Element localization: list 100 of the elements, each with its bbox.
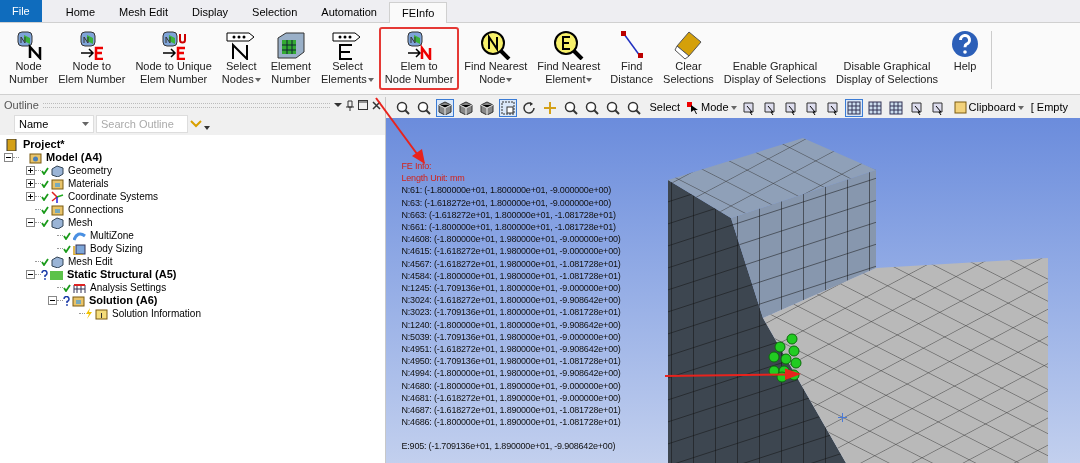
caret-icon bbox=[1017, 105, 1024, 110]
cube-button[interactable] bbox=[435, 98, 454, 117]
caret-icon bbox=[82, 122, 89, 126]
graphics-viewport[interactable] bbox=[385, 118, 1080, 463]
node-coordinate: N:61: (-1.800000e+01, 1.800000e+01, -9.000000e+00) bbox=[401, 184, 612, 197]
axes-icon bbox=[51, 190, 64, 203]
grid-button[interactable] bbox=[844, 98, 863, 117]
close-icon[interactable] bbox=[371, 100, 381, 110]
book-icon bbox=[6, 138, 19, 151]
ribbon-button[interactable]: Node Number bbox=[4, 27, 54, 90]
ribbon-button[interactable]: Select Elements bbox=[316, 27, 379, 90]
folder-icon bbox=[72, 294, 85, 307]
caret-icon bbox=[506, 78, 513, 83]
tree-item[interactable]: Mesh bbox=[66, 215, 95, 230]
maximize-icon[interactable] bbox=[357, 100, 368, 110]
clipboard-dropdown[interactable]: Clipboard bbox=[953, 99, 1024, 116]
tree-item[interactable]: Body Sizing bbox=[88, 241, 145, 256]
box-select-button[interactable] bbox=[498, 98, 517, 117]
panel-title: Outline bbox=[4, 97, 39, 113]
tree-item[interactable]: Materials bbox=[66, 176, 111, 191]
ribbon-button[interactable]: Disable Graphical Display of Selections bbox=[830, 27, 944, 90]
magnifier-icon bbox=[551, 30, 586, 60]
ribbon-tab[interactable]: Home bbox=[53, 2, 108, 22]
node-coordinate: N:4615: (-1.618272e+01, 1.980000e+01, -9.000000e+00) bbox=[401, 245, 621, 258]
ribbon-tab[interactable]: File bbox=[0, 0, 42, 22]
tree-item[interactable]: Coordinate Systems bbox=[66, 189, 161, 204]
tree-item[interactable]: Analysis Settings bbox=[88, 280, 169, 295]
ribbon-button[interactable]: Find Nearest Node bbox=[459, 27, 533, 90]
ribbon-button[interactable]: Find Nearest Element bbox=[532, 27, 606, 90]
element-coordinate: E:905: (-1.709136e+01, 1.890000e+01, -9.908642e+00) bbox=[401, 440, 617, 453]
ribbon-button[interactable]: Help bbox=[943, 27, 988, 77]
info-header: Length Unit: mm bbox=[401, 172, 466, 185]
mode-dropdown[interactable]: Mode bbox=[687, 99, 737, 116]
node-coordinate: N:4567: (-1.618272e+01, 1.980000e+01, -1.081728e+01) bbox=[401, 257, 621, 270]
node-coordinate: N:4951: (-1.618272e+01, 1.980000e+01, -9.908642e+00) bbox=[401, 343, 621, 356]
tree-item[interactable]: MultiZone bbox=[88, 228, 136, 243]
part-icon bbox=[51, 255, 64, 268]
grid-icon bbox=[73, 281, 86, 294]
folder-icon bbox=[51, 177, 64, 190]
node-coordinate: N:3023: (-1.709136e+01, 1.800000e+01, -1.081728e+01) bbox=[401, 306, 621, 319]
node-coordinate: N:5039: (-1.709136e+01, 1.980000e+01, -9.000000e+00) bbox=[401, 330, 621, 344]
node-coordinate: N:63: (-1.618272e+01, 1.800000e+01, -9.000000e+00) bbox=[401, 196, 612, 209]
node-coordinate: N:663: (-1.618272e+01, 1.800000e+01, -1.081728e+01) bbox=[401, 208, 617, 221]
tree-item[interactable]: Connections bbox=[66, 202, 126, 217]
caret-icon bbox=[367, 78, 374, 83]
tree-item[interactable]: Mesh Edit bbox=[66, 254, 115, 269]
expander-icon[interactable] bbox=[26, 270, 35, 279]
grid-button[interactable] bbox=[886, 98, 905, 117]
search-field[interactable]: Search Outline bbox=[96, 115, 188, 133]
ribbon-button[interactable]: Enable Graphical Display of Selections bbox=[718, 27, 831, 90]
ribbon-button[interactable]: Clear Selections bbox=[658, 27, 719, 90]
tree-item[interactable]: Solution Information bbox=[110, 306, 203, 321]
expander-icon[interactable] bbox=[26, 218, 35, 227]
tree-item[interactable]: Geometry bbox=[66, 163, 114, 178]
node-coordinate: N:4687: (-1.618272e+01, 1.890000e+01, -1.081728e+01) bbox=[401, 404, 621, 417]
node-coordinate: N:4681: (-1.618272e+01, 1.890000e+01, -9.000000e+00) bbox=[401, 391, 621, 405]
dropdown-icon[interactable] bbox=[204, 126, 210, 130]
node-coordinate: N:4608: (-1.800000e+01, 1.980000e+01, -9.000000e+00) bbox=[401, 233, 621, 246]
ribbon-button[interactable]: Element Number bbox=[265, 27, 316, 90]
tree-item[interactable]: Static Structural (A5) bbox=[65, 266, 179, 283]
node-coordinate: N:1245: (-1.709136e+01, 1.800000e+01, -9.000000e+00) bbox=[401, 282, 621, 295]
filter-dropdown[interactable]: Name bbox=[14, 115, 94, 133]
ribbon-button[interactable]: Node to Unique Elem Number bbox=[130, 27, 217, 90]
node-markers-drawing bbox=[767, 333, 802, 383]
caret-icon bbox=[586, 78, 593, 83]
node-coordinate: N:4584: (-1.800000e+01, 1.980000e+01, -1.081728e+01) bbox=[401, 269, 621, 283]
caret-icon bbox=[730, 105, 737, 110]
ribbon-button[interactable]: Elem to Node Number bbox=[378, 27, 460, 90]
info-icon bbox=[95, 307, 108, 320]
node-coordinate: N:1240: (-1.800000e+01, 1.800000e+01, -9.908642e+00) bbox=[401, 318, 621, 331]
cube-icon bbox=[73, 242, 86, 255]
expander-icon[interactable] bbox=[26, 179, 35, 188]
part-icon bbox=[51, 216, 64, 229]
cursor-icon bbox=[687, 101, 700, 114]
node-coordinate: N:661: (-1.800000e+01, 1.800000e+01, -1.081728e+01) bbox=[401, 221, 617, 234]
ribbon-button[interactable]: Select Nodes bbox=[216, 27, 266, 90]
expander-icon[interactable] bbox=[26, 166, 35, 175]
analysis-icon bbox=[50, 268, 63, 281]
ribbon-button[interactable]: Node to Elem Number bbox=[53, 27, 131, 90]
pin-icon[interactable] bbox=[345, 99, 354, 111]
expander-icon[interactable] bbox=[48, 296, 57, 305]
node-coordinate: N:4994: (-1.800000e+01, 1.980000e+01, -9.908642e+00) bbox=[401, 367, 621, 380]
wave-icon bbox=[73, 229, 86, 242]
cursor-crosshair-icon bbox=[837, 413, 847, 422]
expander-icon[interactable] bbox=[4, 153, 13, 162]
node-coordinate: N:4950: (-1.709136e+01, 1.980000e+01, -1.081728e+01) bbox=[401, 355, 621, 368]
node-coordinate: N:4680: (-1.800000e+01, 1.890000e+01, -9.000000e+00) bbox=[401, 379, 621, 392]
ribbon-button[interactable]: Find Distance bbox=[605, 27, 659, 90]
tree-item[interactable]: Solution (A6) bbox=[87, 292, 160, 309]
folder-icon bbox=[29, 151, 42, 164]
dropdown-icon[interactable] bbox=[333, 102, 342, 108]
magnifier-icon bbox=[478, 30, 513, 60]
ribbon-tab[interactable]: Display bbox=[180, 2, 241, 22]
ribbon-tab[interactable]: Mesh Edit bbox=[107, 2, 180, 22]
grid-button[interactable] bbox=[865, 98, 884, 117]
ribbon-tab[interactable]: Automation bbox=[309, 2, 389, 22]
ribbon-tab[interactable]: Selection bbox=[240, 2, 310, 22]
ribbon-tab[interactable]: FEInfo bbox=[389, 2, 448, 23]
expander-icon[interactable] bbox=[26, 192, 35, 201]
clipboard-icon bbox=[953, 101, 967, 114]
